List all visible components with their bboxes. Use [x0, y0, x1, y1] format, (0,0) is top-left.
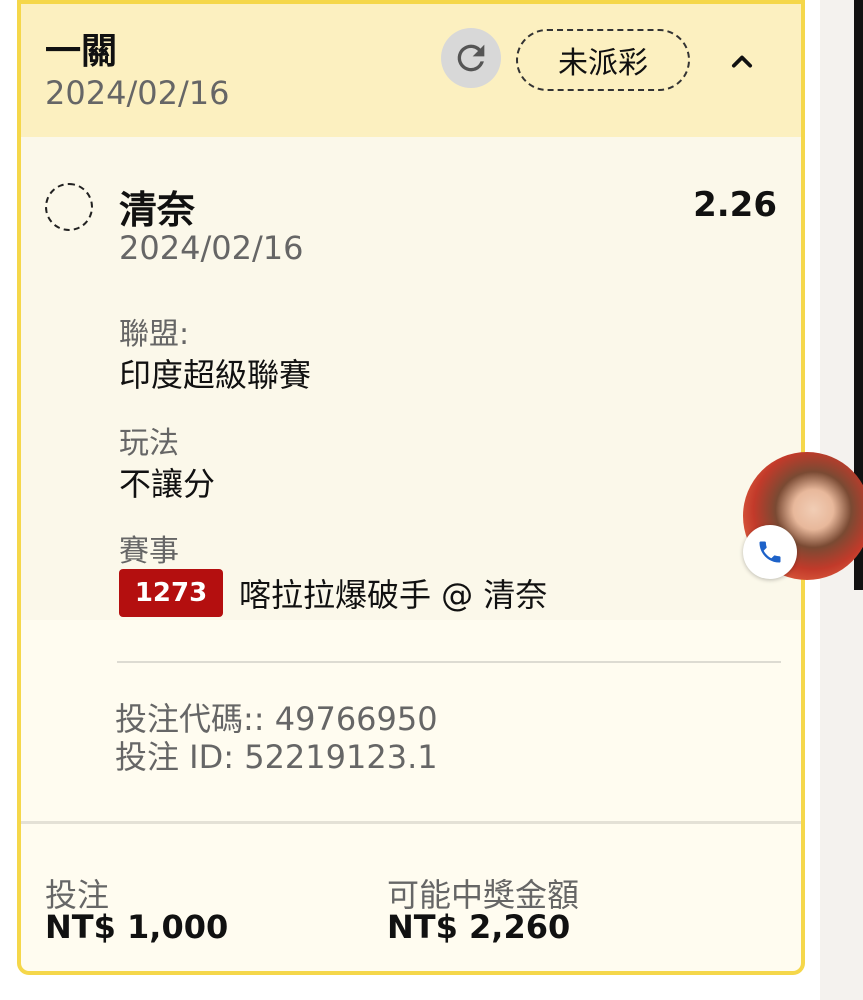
event-id-badge: 1273	[119, 569, 223, 617]
market-label: 玩法	[119, 426, 179, 461]
card-header: 一關 2024/02/16 未派彩	[21, 4, 801, 137]
phone-icon	[759, 541, 781, 563]
payout-value: NT$ 2,260	[387, 908, 571, 946]
call-button[interactable]	[743, 525, 797, 579]
market-value: 不讓分	[119, 465, 216, 503]
selection-detail: 清奈 2.26 2024/02/16 聯盟: 印度超級聯賽 玩法 不讓分 賽事	[21, 137, 801, 620]
selection-name: 清奈	[119, 188, 196, 232]
stake-value: NT$ 1,000	[45, 908, 229, 946]
bet-card: 一關 2024/02/16 未派彩 清奈 2.26 2024/02/16 聯盟:…	[17, 0, 805, 975]
bet-id-line: 投注 ID: 52219123.1	[115, 738, 438, 776]
bet-codes: 投注代碼:: 49766950 投注 ID: 52219123.1	[115, 700, 438, 776]
chevron-up-icon	[731, 55, 753, 68]
bet-type-title: 一關	[45, 31, 118, 72]
selection-odds: 2.26	[693, 185, 777, 225]
league-value: 印度超級聯賽	[119, 356, 312, 394]
event-label: 賽事	[119, 534, 179, 569]
footer-divider	[21, 821, 801, 824]
divider	[117, 661, 781, 663]
refresh-button[interactable]	[441, 28, 501, 88]
refresh-icon	[457, 44, 485, 72]
selection-radio[interactable]	[45, 183, 93, 231]
event-name: 喀拉拉爆破手 @ 清奈	[239, 576, 548, 614]
selection-date: 2024/02/16	[119, 229, 304, 267]
bet-date: 2024/02/16	[45, 74, 230, 112]
collapse-button[interactable]	[721, 40, 763, 82]
bet-code-line: 投注代碼:: 49766950	[115, 700, 438, 738]
event-row: 1273 喀拉拉爆破手 @ 清奈	[119, 569, 547, 617]
status-badge: 未派彩	[516, 29, 690, 91]
league-label: 聯盟:	[119, 317, 190, 352]
